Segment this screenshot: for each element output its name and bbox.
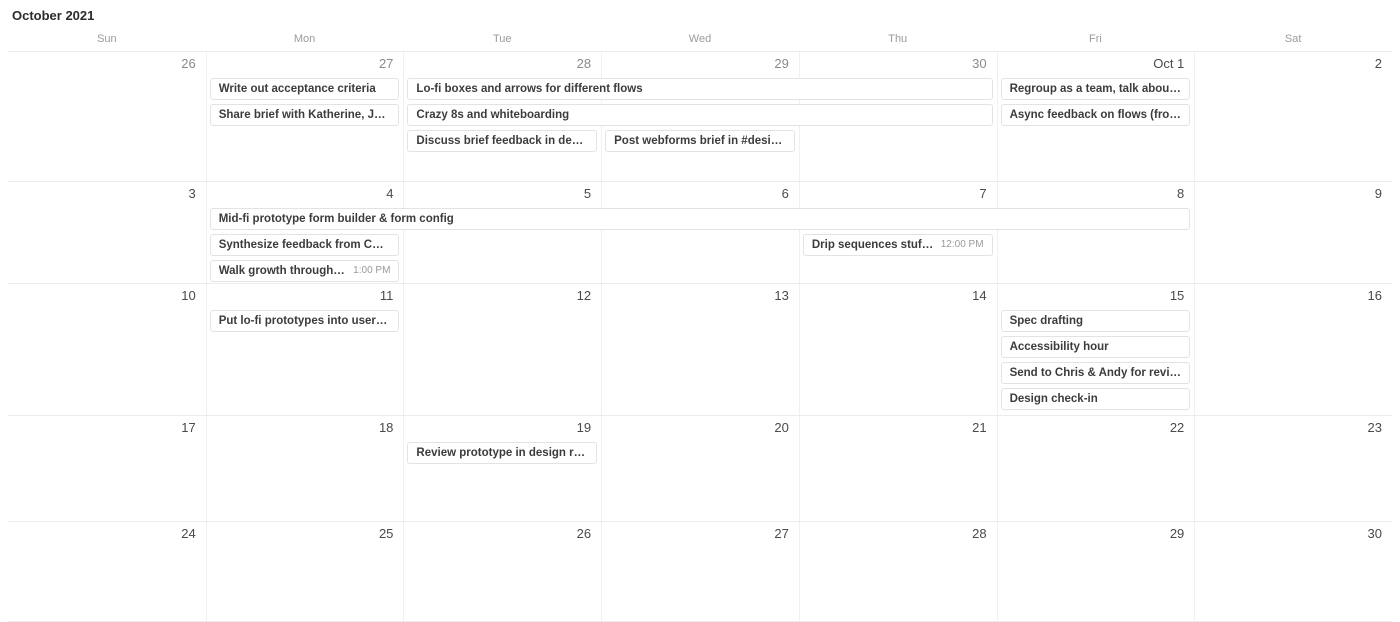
calendar-event[interactable]: Put lo-fi prototypes into userbrain (210, 310, 400, 332)
event-title: Send to Chris & Andy for review (1010, 362, 1182, 384)
day-number: 22 (997, 416, 1195, 442)
calendar-event[interactable]: Discuss brief feedback in design check-i… (407, 130, 597, 152)
event-title: Post webforms brief in #design channel (614, 130, 786, 152)
calendar-event[interactable]: Regroup as a team, talk about approach (1001, 78, 1191, 100)
calendar-month-view: October 2021 SunMonTueWedThuFriSat 26272… (0, 0, 1400, 622)
calendar-title: October 2021 (12, 8, 1392, 23)
day-number: 26 (403, 522, 601, 548)
day-number: 19 (403, 416, 601, 442)
day-number: 3 (8, 182, 206, 208)
event-title: Synthesize feedback from Chris & Andy (219, 234, 391, 256)
day-number: 20 (601, 416, 799, 442)
day-number: 15 (997, 284, 1195, 310)
day-number: 18 (206, 416, 404, 442)
day-number: 10 (8, 284, 206, 310)
calendar-week-row: 2627282930Oct 12 Write out acceptance cri… (8, 52, 1392, 182)
day-number: 4 (206, 182, 404, 208)
calendar-week-row: 24252627282930 (8, 522, 1392, 622)
calendar-event[interactable]: Write out acceptance criteria (210, 78, 400, 100)
calendar-event[interactable]: Async feedback on flows (from full desig… (1001, 104, 1191, 126)
day-number: 6 (601, 182, 799, 208)
day-number: 9 (1194, 182, 1392, 208)
day-number: 27 (601, 522, 799, 548)
day-number: 23 (1194, 416, 1392, 442)
calendar-event[interactable]: Crazy 8s and whiteboarding (407, 104, 992, 126)
day-number: 29 (997, 522, 1195, 548)
event-title: Accessibility hour (1010, 336, 1182, 358)
weekday-header: Mon (206, 29, 404, 51)
calendar-event[interactable]: Walk growth through prototype 1:00 PM (210, 260, 400, 282)
calendar-event[interactable]: Drip sequences stuff (2 hrs) 12:00 PM (803, 234, 993, 256)
event-title: Async feedback on flows (from full desig… (1010, 104, 1182, 126)
event-time: 12:00 PM (941, 234, 984, 256)
event-time: 1:00 PM (353, 260, 390, 282)
calendar-weeks: 2627282930Oct 12Write out acceptance cri… (8, 52, 1392, 622)
day-number: 11 (206, 284, 404, 310)
day-number: 14 (799, 284, 997, 310)
event-title: Spec drafting (1010, 310, 1182, 332)
weekday-header: Fri (997, 29, 1195, 51)
weekday-header: Tue (403, 29, 601, 51)
event-title: Crazy 8s and whiteboarding (416, 104, 983, 126)
day-number: 25 (206, 522, 404, 548)
day-number: 17 (8, 416, 206, 442)
event-title: Put lo-fi prototypes into userbrain (219, 310, 391, 332)
day-number: 5 (403, 182, 601, 208)
calendar-event[interactable]: Send to Chris & Andy for review (1001, 362, 1191, 384)
calendar-event[interactable]: Accessibility hour (1001, 336, 1191, 358)
day-number: 28 (403, 52, 601, 78)
day-number: 29 (601, 52, 799, 78)
event-title: Write out acceptance criteria (219, 78, 391, 100)
day-number: 28 (799, 522, 997, 548)
day-number: 30 (1194, 522, 1392, 548)
day-number: 21 (799, 416, 997, 442)
event-title: Discuss brief feedback in design check-i… (416, 130, 588, 152)
weekday-header: Sat (1194, 29, 1392, 51)
event-title: Lo-fi boxes and arrows for different flo… (416, 78, 983, 100)
calendar-event[interactable]: Design check-in (1001, 388, 1191, 410)
event-title: Share brief with Katherine, Jared, Chris (219, 104, 391, 126)
weekday-header: Wed (601, 29, 799, 51)
calendar-week-row: 17181920212223 Review prototype in design… (8, 416, 1392, 522)
event-title: Review prototype in design review (416, 442, 588, 464)
event-title: Drip sequences stuff (2 hrs) (812, 234, 935, 256)
calendar-week-row: 3456789 Mid-fi prototype form builder & f… (8, 182, 1392, 284)
day-number: 24 (8, 522, 206, 548)
day-number: 26 (8, 52, 206, 78)
event-title: Design check-in (1010, 388, 1182, 410)
day-number: 13 (601, 284, 799, 310)
calendar-event[interactable]: Mid-fi prototype form builder & form con… (210, 208, 1191, 230)
day-number: 27 (206, 52, 404, 78)
day-number: 8 (997, 182, 1195, 208)
weekday-header-row: SunMonTueWedThuFriSat (8, 29, 1392, 52)
calendar-event[interactable]: Share brief with Katherine, Jared, Chris (210, 104, 400, 126)
event-title: Mid-fi prototype form builder & form con… (219, 208, 1182, 230)
day-number: 12 (403, 284, 601, 310)
calendar-event[interactable]: Lo-fi boxes and arrows for different flo… (407, 78, 992, 100)
event-title: Regroup as a team, talk about approach (1010, 78, 1182, 100)
day-number: 7 (799, 182, 997, 208)
weekday-header: Thu (799, 29, 997, 51)
day-number: 2 (1194, 52, 1392, 78)
calendar-week-row: 10111213141516 Put lo-fi prototypes into … (8, 284, 1392, 416)
calendar-event[interactable]: Synthesize feedback from Chris & Andy (210, 234, 400, 256)
weekday-header: Sun (8, 29, 206, 51)
day-number: 30 (799, 52, 997, 78)
event-title: Walk growth through prototype (219, 260, 347, 282)
calendar-event[interactable]: Spec drafting (1001, 310, 1191, 332)
day-number: Oct 1 (997, 52, 1195, 78)
day-number: 16 (1194, 284, 1392, 310)
calendar-event[interactable]: Review prototype in design review (407, 442, 597, 464)
calendar-event[interactable]: Post webforms brief in #design channel (605, 130, 795, 152)
